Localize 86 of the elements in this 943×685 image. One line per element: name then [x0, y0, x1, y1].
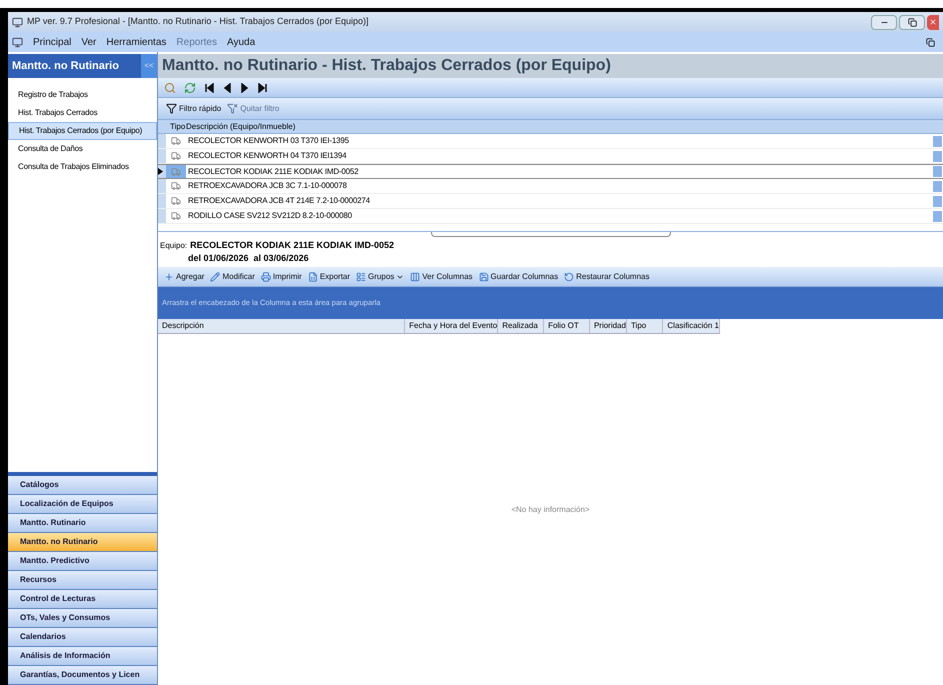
toolbar-button[interactable]: Imprimir: [260, 270, 302, 282]
column-header[interactable]: Descripción: [158, 319, 406, 333]
toolbar-button[interactable]: Restaurar Columnas: [564, 270, 650, 282]
module-button[interactable]: Control de Lecturas: [8, 590, 157, 609]
module-button[interactable]: Catálogos: [8, 476, 157, 495]
sidebar-item[interactable]: Consulta de Trabajos Eliminados: [8, 158, 157, 176]
filter-icon: [227, 103, 238, 114]
toolbar-button[interactable]: Exportar: [308, 270, 350, 282]
equipment-icon: [171, 166, 181, 176]
details-button[interactable]: [933, 210, 942, 222]
module-button[interactable]: Localización de Equipos: [8, 495, 157, 514]
add-icon: [164, 272, 174, 282]
menu-item[interactable]: Ayuda: [226, 34, 256, 50]
equipment-icon: [171, 181, 181, 191]
restore-button[interactable]: [899, 14, 925, 30]
column-header[interactable]: Fecha y Hora del Evento: [405, 319, 498, 333]
print-icon: [260, 272, 271, 282]
table-cell-text: RODILLO CASE SV212 SV212D 8.2-10-000080: [187, 210, 352, 222]
groups-icon: [356, 272, 366, 282]
equipment-icon: [171, 211, 181, 221]
table-cell-text: RECOLECTOR KODIAK 211E KODIAK IMD-0052: [187, 166, 358, 178]
details-button[interactable]: [933, 136, 942, 146]
column-header[interactable]: Tipo: [158, 120, 184, 132]
mdi-restore-icon[interactable]: [926, 38, 935, 46]
equipment-icon: [171, 151, 181, 161]
equipment-name: RECOLECTOR KODIAK 211E KODIAK IMD-0052: [190, 238, 394, 252]
sidebar-title: Mantto. no Rutinario: [12, 58, 119, 74]
column-header[interactable]: Prioridad: [590, 319, 627, 333]
filter-button[interactable]: Filtro rápido: [166, 102, 222, 114]
menu-item[interactable]: Herramientas: [106, 34, 166, 50]
window-title: MP ver. 9.7 Profesional - [Mantto. no Rutinario - Hist. Trabajos Cerrados (por Equipo)]: [27, 15, 368, 28]
columns-icon: [410, 272, 420, 282]
column-header[interactable]: Tipo: [626, 319, 664, 333]
search-icon[interactable]: [164, 82, 176, 94]
table-cell-text: RETROEXCAVADORA JCB 3C 7.1-10-000078: [187, 180, 347, 192]
first-record-icon[interactable]: [204, 82, 214, 92]
column-header[interactable]: Realizada: [498, 319, 544, 333]
page-title: Mantto. no Rutinario - Hist. Trabajos Cerrados (por Equipo): [162, 56, 611, 76]
prev-record-icon[interactable]: [222, 82, 232, 92]
last-record-icon[interactable]: [258, 82, 268, 92]
toolbar-button[interactable]: Modificar: [210, 270, 255, 282]
details-button[interactable]: [933, 196, 942, 206]
toolbar-button[interactable]: Grupos: [356, 270, 404, 282]
close-icon: [929, 18, 937, 26]
sidebar-item[interactable]: Hist. Trabajos Cerrados (por Equipo): [8, 122, 157, 140]
filter-icon: [166, 103, 177, 114]
table-cell-text: RETROEXCAVADORA JCB 4T 214E 7.2-10-0000274: [187, 195, 370, 207]
module-button[interactable]: Garantías, Documentos y Licen: [8, 666, 157, 685]
module-button[interactable]: Análisis de Información: [8, 647, 157, 666]
close-button[interactable]: [927, 14, 939, 30]
restore-icon: [908, 18, 916, 26]
next-record-icon[interactable]: [240, 82, 250, 92]
equipment-icon: [171, 136, 181, 146]
module-button[interactable]: Recursos: [8, 571, 157, 590]
module-button[interactable]: Calendarios: [8, 628, 157, 647]
column-header[interactable]: Clasificación 1: [663, 319, 720, 333]
details-button[interactable]: [933, 150, 942, 162]
module-button[interactable]: OTs, Vales y Consumos: [8, 609, 157, 628]
menu-item[interactable]: Principal: [33, 34, 72, 50]
module-button[interactable]: Mantto. Rutinario: [8, 514, 157, 533]
column-header[interactable]: Descripción (Equipo/Inmueble): [184, 120, 943, 132]
refresh-icon[interactable]: [184, 82, 196, 94]
save-icon: [478, 272, 489, 282]
app-icon: [12, 16, 23, 28]
restore-icon: [564, 272, 574, 282]
sidebar-item[interactable]: Registro de Trabajos: [8, 86, 157, 104]
sidebar-item[interactable]: Consulta de Daños: [8, 140, 157, 158]
toolbar-button[interactable]: Ver Columnas: [410, 270, 473, 282]
app-menu-icon[interactable]: [12, 36, 23, 48]
details-button[interactable]: [933, 180, 942, 192]
toolbar-button[interactable]: Guardar Columnas: [478, 270, 558, 282]
table-cell-text: RECOLECTOR KENWORTH 04 T370 IEI1394: [187, 150, 346, 162]
menu-item[interactable]: Ver: [81, 34, 96, 50]
edit-icon: [210, 272, 220, 282]
table-cell-text: RECOLECTOR KENWORTH 03 T370 IEI-1395: [187, 135, 349, 147]
module-button[interactable]: Mantto. Predictivo: [8, 552, 157, 571]
export-icon: [308, 272, 318, 282]
empty-message: <No hay información>: [511, 504, 590, 516]
column-header[interactable]: Folio OT: [544, 319, 590, 333]
equipment-icon: [171, 196, 181, 206]
sidebar-item[interactable]: Hist. Trabajos Cerrados: [8, 104, 157, 122]
splitter-handle[interactable]: [430, 232, 670, 237]
date-range: del 01/06/2026 al 03/06/2026: [187, 252, 310, 265]
module-button[interactable]: Mantto. no Rutinario: [8, 533, 157, 552]
toolbar-button[interactable]: Agregar: [164, 270, 204, 282]
equipment-label: Equipo:: [160, 240, 188, 252]
